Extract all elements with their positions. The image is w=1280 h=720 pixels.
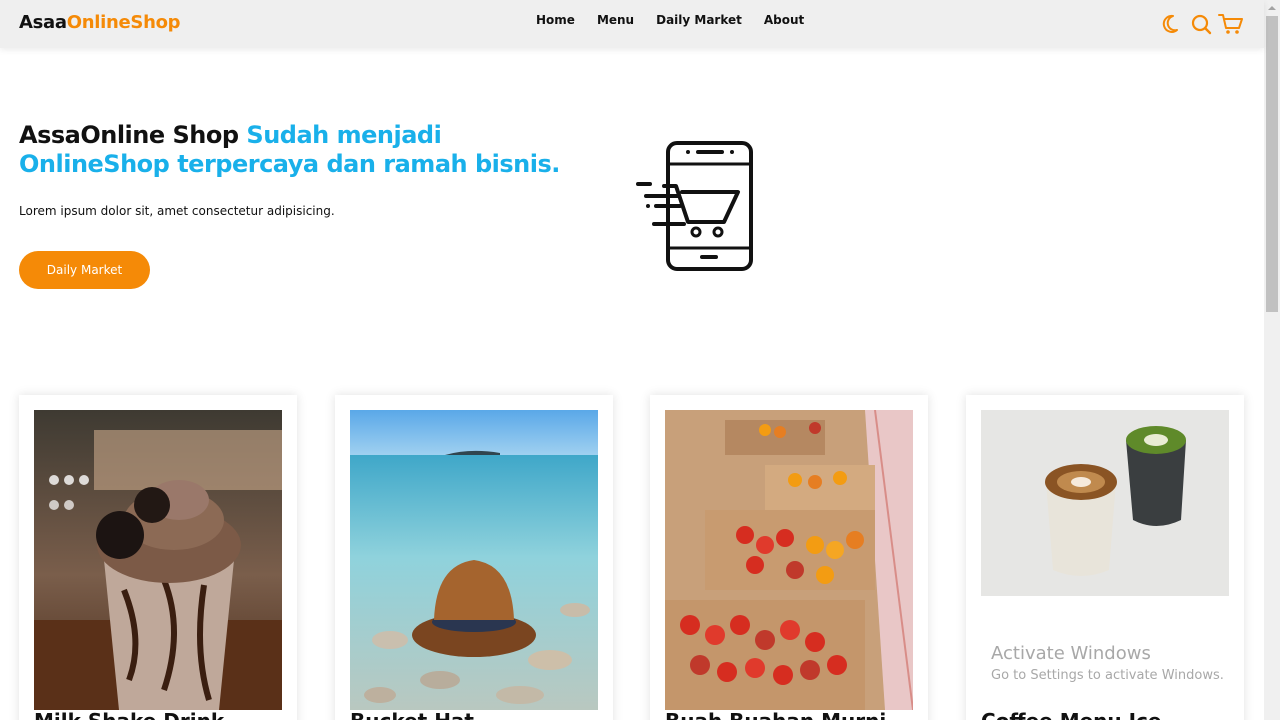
card-title: Buah Buahan Murni xyxy=(665,709,886,720)
card-title: Bucket Hat xyxy=(350,709,474,720)
navbar: AsaaOnlineShop Home Menu Daily Market Ab… xyxy=(0,0,1264,48)
brand-part2: OnlineShop xyxy=(66,12,181,33)
product-card[interactable]: Bucket Hat xyxy=(335,395,613,720)
watermark-title: Activate Windows xyxy=(991,643,1151,664)
search-icon[interactable] xyxy=(1190,12,1212,36)
scroll-up-arrow-icon[interactable] xyxy=(1268,4,1276,12)
milkshake-image xyxy=(34,410,282,710)
brand-part1: Asaa xyxy=(19,12,67,33)
nav-links: Home Menu Daily Market About xyxy=(536,13,826,27)
hero-subtitle: Lorem ipsum dolor sit, amet consectetur … xyxy=(19,204,335,218)
vertical-scrollbar[interactable] xyxy=(1264,0,1280,720)
scrollbar-thumb[interactable] xyxy=(1266,16,1278,312)
mobile-shopping-cart-icon xyxy=(636,140,758,272)
nav-icons xyxy=(1162,12,1244,36)
watermark-subtitle: Go to Settings to activate Windows. xyxy=(991,668,1224,683)
card-title: Coffee Menu Ice xyxy=(981,709,1161,720)
tomatoes-image xyxy=(665,410,913,710)
coffee-image xyxy=(981,410,1229,596)
cart-icon[interactable] xyxy=(1218,12,1244,36)
product-card[interactable]: Buah Buahan Murni xyxy=(650,395,928,720)
nav-link-menu[interactable]: Menu xyxy=(597,13,634,27)
daily-market-button[interactable]: Daily Market xyxy=(19,251,150,289)
card-title: Milk Shake Drink xyxy=(34,709,224,720)
nav-link-daily-market[interactable]: Daily Market xyxy=(656,13,742,27)
product-card[interactable]: Milk Shake Drink xyxy=(19,395,297,720)
hero-title-brand: AssaOnline Shop xyxy=(19,121,247,149)
nav-link-about[interactable]: About xyxy=(764,13,804,27)
nav-link-home[interactable]: Home xyxy=(536,13,575,27)
moon-icon[interactable] xyxy=(1162,12,1184,36)
hero-title: AssaOnline Shop Sudah menjadi OnlineShop… xyxy=(19,121,599,179)
bucket-hat-image xyxy=(350,410,598,710)
brand-logo[interactable]: AsaaOnlineShop xyxy=(19,12,181,33)
windows-activation-watermark: Activate Windows Go to Settings to activ… xyxy=(991,643,1224,683)
